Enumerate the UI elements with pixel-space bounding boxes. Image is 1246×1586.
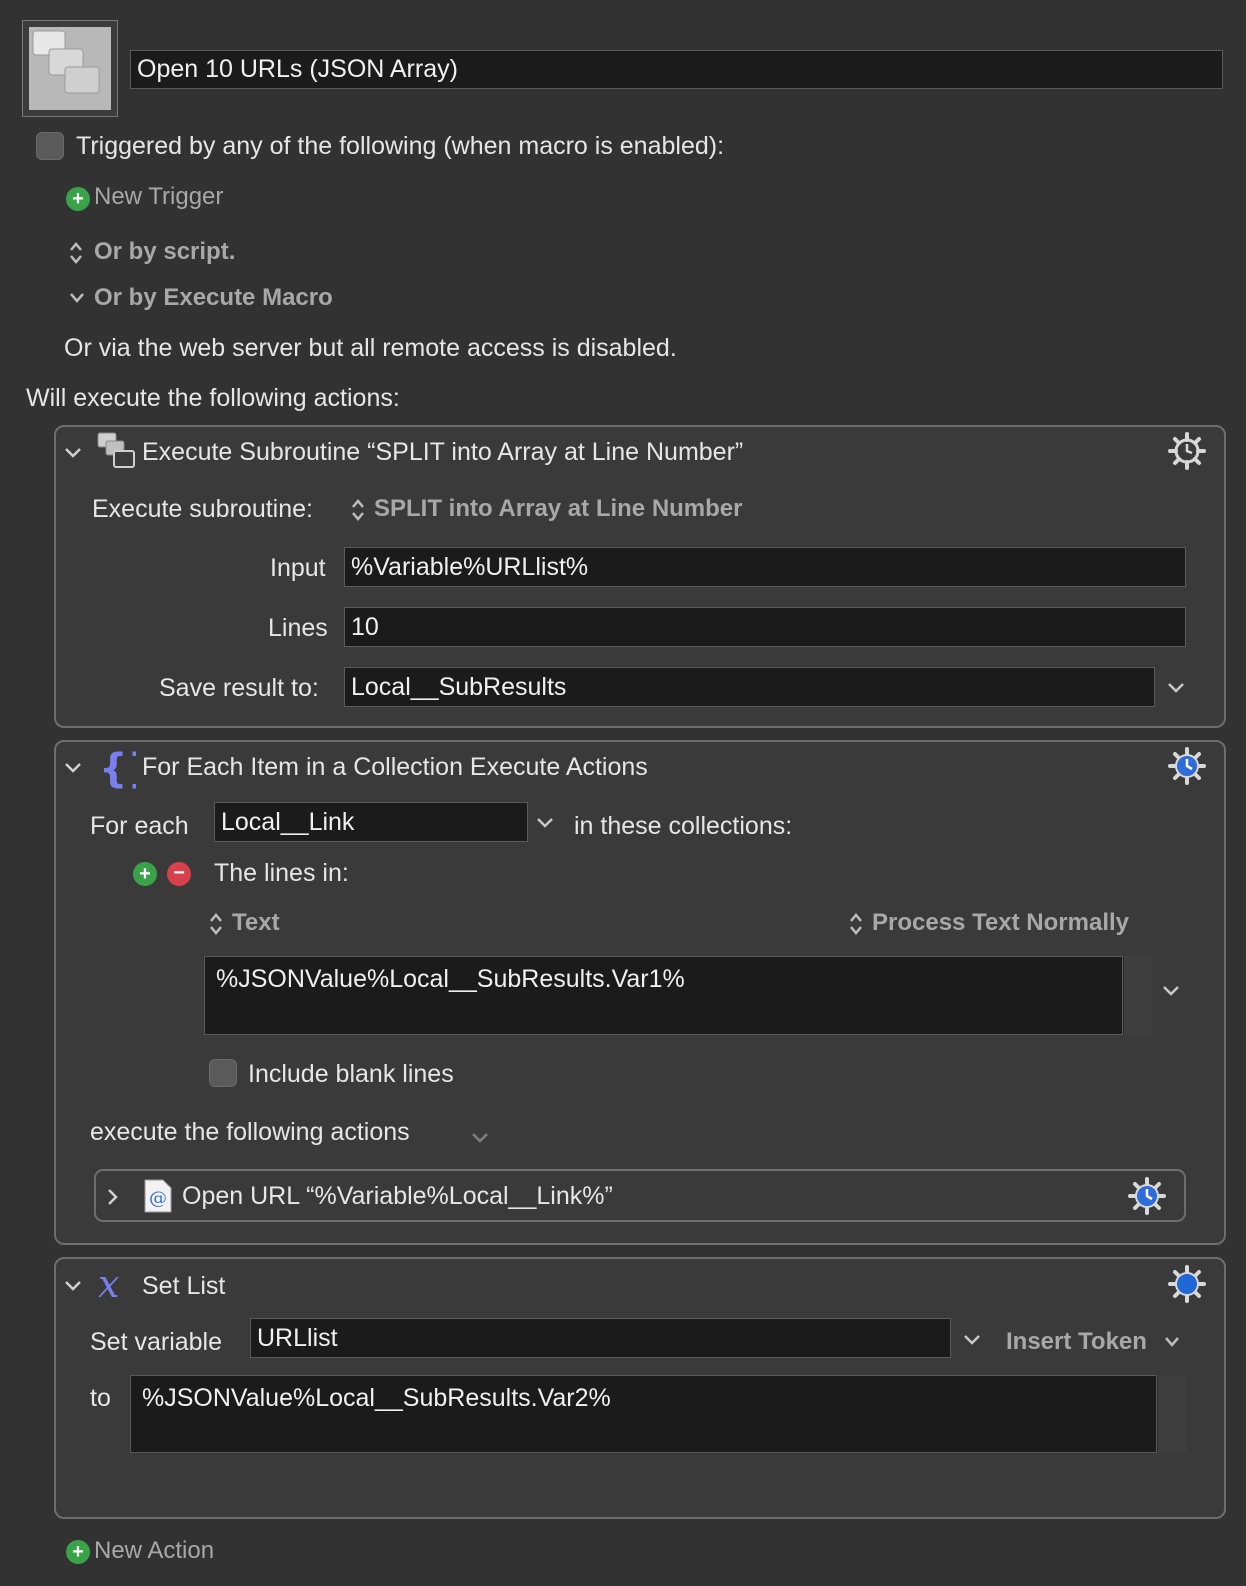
macro-icon[interactable] [22,20,118,117]
for-each-variable-value: Local__Link [221,807,355,836]
insert-token-button[interactable]: Insert Token [1006,1327,1147,1357]
svg-text:@: @ [149,1188,167,1209]
chevron-down-icon[interactable] [963,1333,981,1347]
input-field[interactable]: %Variable%URLlist% [344,547,1186,587]
set-list-value: %JSONValue%Local__SubResults.Var2% [142,1384,611,1412]
updown-icon[interactable] [848,911,864,937]
or-by-script[interactable]: Or by script. [94,237,235,267]
collapse-chevron-icon[interactable] [64,1279,82,1293]
sub-action-title: Open URL “%Variable%Local__Link%” [182,1182,613,1210]
save-result-label: Save result to: [159,674,319,702]
updown-icon[interactable] [208,911,224,937]
save-result-field[interactable]: Local__SubResults [344,667,1155,707]
remove-collection-icon[interactable]: − [167,862,191,886]
set-list-value-area[interactable]: %JSONValue%Local__SubResults.Var2% [130,1375,1157,1453]
collection-text-value: %JSONValue%Local__SubResults.Var1% [216,965,685,993]
new-trigger-button[interactable]: New Trigger [94,182,223,212]
variable-x-icon: x [98,1264,119,1304]
subroutine-icon [97,432,135,468]
set-variable-value: URLlist [257,1323,338,1352]
triggers-enabled-checkbox[interactable] [36,132,64,160]
execute-subroutine-label: Execute subroutine: [92,495,313,523]
value-area-scrollbar[interactable] [1157,1375,1187,1453]
set-variable-field[interactable]: URLlist [250,1318,951,1358]
lines-in-label: The lines in: [214,859,349,887]
actions-header: Will execute the following actions: [26,384,400,412]
svg-text:x: x [98,1264,119,1304]
action1-title: Execute Subroutine “SPLIT into Array at … [142,438,744,466]
chevron-right-icon[interactable] [106,1188,120,1206]
updown-icon[interactable] [68,240,84,266]
lines-field[interactable]: 10 [344,607,1186,647]
input-label: Input [270,554,326,582]
include-blank-lines-label: Include blank lines [248,1060,454,1088]
to-label: to [90,1384,111,1412]
for-each-label: For each [90,812,189,840]
collapse-chevron-icon[interactable] [64,446,82,460]
chevron-down-icon[interactable] [1164,1336,1180,1348]
in-collections-label: in these collections: [574,812,793,840]
execute-following-label: execute the following actions [90,1118,410,1146]
for-each-variable-field[interactable]: Local__Link [214,802,528,842]
gear-icon[interactable] [1167,431,1207,471]
process-mode-select[interactable]: Process Text Normally [872,908,1129,938]
include-blank-lines-checkbox[interactable] [209,1059,237,1087]
text-area-scrollbar[interactable] [1123,956,1153,1035]
add-action-icon[interactable]: + [66,1540,90,1564]
macro-name-text: Open 10 URLs (JSON Array) [137,55,458,83]
macro-name-field[interactable]: Open 10 URLs (JSON Array) [130,50,1223,89]
save-result-value: Local__SubResults [351,672,567,701]
chevron-down-icon[interactable] [471,1131,489,1145]
subroutine-select[interactable]: SPLIT into Array at Line Number [374,494,743,524]
new-action-button[interactable]: New Action [94,1536,214,1566]
web-server-note: Or via the web server but all remote acc… [64,334,677,362]
svg-text:{}: {} [99,746,136,790]
chevron-down-icon[interactable] [536,816,554,830]
url-icon: @ [144,1179,172,1213]
gear-clock-icon[interactable] [1167,746,1207,786]
collection-text-area[interactable]: %JSONValue%Local__SubResults.Var1% [204,956,1123,1035]
text-mode-select[interactable]: Text [232,908,280,938]
add-trigger-icon[interactable]: + [66,187,90,211]
action3-title: Set List [142,1272,226,1300]
or-by-execute-macro[interactable]: Or by Execute Macro [94,283,333,313]
updown-icon[interactable] [350,497,366,523]
curly-braces-icon: {} [99,746,136,790]
gear-clock-icon[interactable] [1127,1176,1167,1216]
gear-icon[interactable] [1167,1264,1207,1304]
lines-label: Lines [268,614,328,642]
lines-value: 10 [351,612,379,641]
input-value: %Variable%URLlist% [351,552,589,581]
set-variable-label: Set variable [90,1328,223,1356]
collapse-chevron-icon[interactable] [64,761,82,775]
triggers-header: Triggered by any of the following (when … [76,132,725,160]
chevron-down-icon[interactable] [69,291,85,305]
chevron-down-icon[interactable] [1162,984,1180,998]
add-collection-icon[interactable]: + [133,862,157,886]
action2-title: For Each Item in a Collection Execute Ac… [142,753,648,781]
chevron-down-icon[interactable] [1167,681,1185,695]
